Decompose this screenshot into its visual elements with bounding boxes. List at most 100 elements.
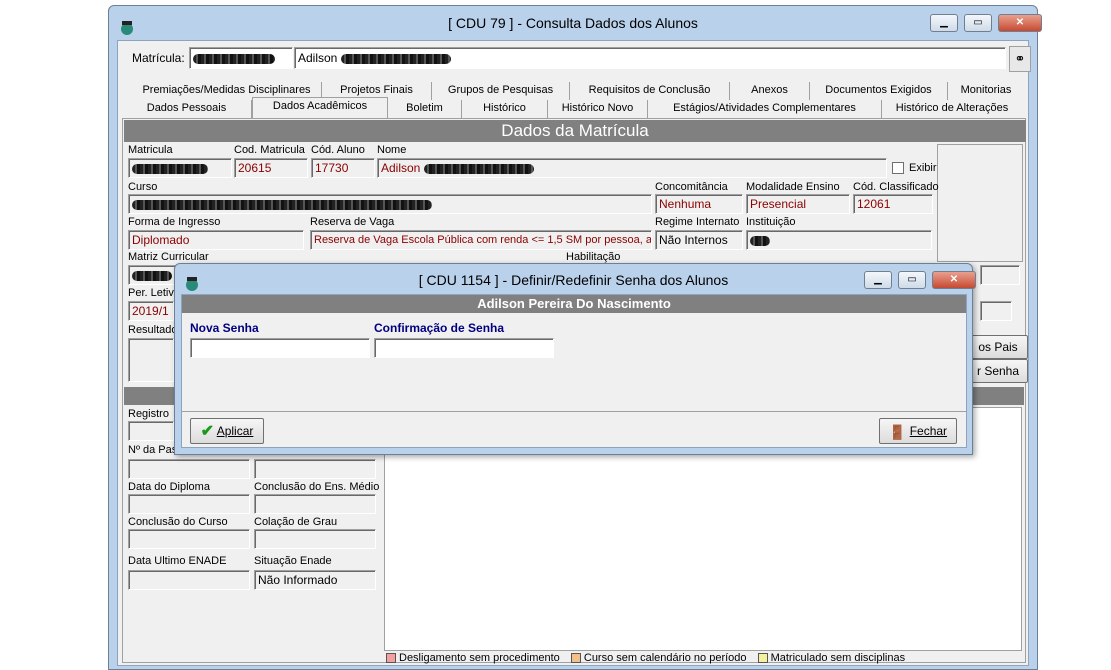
dialog-title-bar[interactable]: [ CDU 1154 ] - Definir/Redefinir Senha d… [175,264,976,294]
legend-item-desligamento: Desligamento sem procedimento [386,652,560,664]
resultado-label: Resultado [128,324,178,336]
password-dialog: [ CDU 1154 ] - Definir/Redefinir Senha d… [174,263,976,455]
maximize-button[interactable]: ▭ [964,14,992,32]
cod-aluno-label: Cód. Aluno [311,144,365,156]
tab-historico[interactable]: Histórico [462,100,548,118]
situacao-enade-field: Não Informado [254,570,376,590]
fechar-button[interactable]: 🚪 Fechar [879,418,957,444]
per-letivo-field: 2019/1 [128,301,174,321]
tab-anexos[interactable]: Anexos [730,82,810,100]
app-icon [119,14,135,35]
dialog-app-icon [184,271,200,291]
instituicao-label: Instituição [746,216,796,228]
instituicao-field [746,230,932,250]
regime-internato-label: Regime Internato [655,216,740,228]
tab-dados-pessoais[interactable]: Dados Pessoais [122,100,252,118]
passaporte-label: Nº da Pas [128,444,178,456]
data-diploma-label: Data do Diploma [128,481,210,493]
situacao-enade-label: Situação Enade [254,555,332,567]
passaporte-field [128,459,250,479]
regime-internato-field: Não Internos [655,230,743,250]
tab-documentos[interactable]: Documentos Exigidos [810,82,948,100]
close-button[interactable]: ✕ [998,14,1042,32]
dialog-maximize-button[interactable]: ▭ [898,271,926,289]
cod-matricula-label: Cod. Matricula [234,144,305,156]
habilitacao-field [980,265,1020,285]
search-binoculars-button[interactable]: ⚭ [1009,46,1031,72]
registro-field [128,421,174,441]
dialog-title: [ CDU 1154 ] - Definir/Redefinir Senha d… [418,272,729,288]
dialog-minimize-button[interactable]: ▁ [864,271,892,289]
senha-button[interactable]: r Senha [968,359,1028,383]
dialog-close-button[interactable]: ✕ [932,271,976,289]
reserva-vaga-label: Reserva de Vaga [310,216,395,228]
habilitacao-label: Habilitação [566,251,621,263]
conclusao-medio-label: Conclusão do Ens. Médio [254,481,380,493]
matricula-field-label: Matricula [128,144,173,156]
dialog-client-area: Adilson Pereira Do Nascimento Nova Senha… [181,294,967,448]
exibir-label: Exibir [909,162,937,174]
passaporte-field-2 [254,459,376,479]
extra-field [980,301,1012,321]
nome-label: Nome [377,144,407,156]
tab-monitorias[interactable]: Monitorias [948,82,1024,100]
curso-label: Curso [128,181,158,193]
registro-label: Registro [128,408,169,420]
legend-item-curso: Curso sem calendário no período [570,652,747,664]
binoculars-icon: ⚭ [1014,51,1026,66]
section-title: Dados da Matrícula [124,120,1026,142]
modalidade-field: Presencial [746,194,850,214]
colacao-label: Colação de Grau [254,516,338,528]
cod-classificado-label: Cód. Classificado [853,181,939,193]
matricula-field [128,158,232,178]
aplicar-button[interactable]: ✔ Aplicar [190,418,264,444]
tab-estagios[interactable]: Estágios/Atividades Complementares [648,100,882,118]
nova-senha-label: Nova Senha [190,321,259,335]
forma-ingresso-label: Forma de Ingresso [128,216,221,228]
door-exit-icon: 🚪 [888,423,907,440]
per-letivo-label: Per. Letivo [128,287,180,299]
confirmacao-input[interactable] [374,338,554,358]
tab-historico-novo[interactable]: Histórico Novo [548,100,648,118]
data-diploma-field [128,494,250,514]
tab-grupos-pesquisas[interactable]: Grupos de Pesquisas [432,82,570,100]
conclusao-curso-field [128,529,250,549]
student-name-input[interactable]: Adilson [294,47,1006,69]
cod-aluno-field: 17730 [311,158,375,178]
dialog-divider [182,411,966,412]
main-title-bar[interactable]: [ CDU 79 ] - Consulta Dados dos Alunos ▁… [109,6,1042,40]
matricula-label: Matrícula: [132,51,185,65]
check-icon: ✔ [200,422,215,440]
dialog-student-name: Adilson Pereira Do Nascimento [182,295,966,313]
conclusao-curso-label: Conclusão do Curso [128,516,228,528]
matriz-label: Matriz Curricular [128,251,209,263]
nova-senha-input[interactable] [190,338,370,358]
conclusao-medio-field [254,494,376,514]
data-enade-field [128,570,250,590]
cod-matricula-field: 20615 [234,158,308,178]
tab-boletim[interactable]: Boletim [388,100,462,118]
curso-field [128,194,652,214]
tab-requisitos[interactable]: Requisitos de Conclusão [570,82,730,100]
matricula-input[interactable] [189,47,293,69]
pais-button[interactable]: os Pais [968,335,1028,359]
exibir-checkbox[interactable] [892,162,904,174]
resultado-field [128,338,174,382]
cod-classificado-field: 12061 [853,194,933,214]
confirmacao-label: Confirmação de Senha [374,321,505,335]
forma-ingresso-field: Diplomado [128,230,304,250]
data-enade-label: Data Ultimo ENADE [128,555,227,567]
legend: Desligamento sem procedimento Curso sem … [386,652,1026,664]
concomitancia-label: Concomitância [655,181,728,193]
tab-dados-academicos[interactable]: Dados Acadêmicos [252,97,388,118]
nome-field: Adilson [377,158,887,178]
reserva-vaga-field: Reserva de Vaga Escola Pública com renda… [310,230,652,250]
concomitancia-field: Nenhuma [655,194,743,214]
modalidade-label: Modalidade Ensino [746,181,840,193]
colacao-field [254,529,376,549]
main-window-title: [ CDU 79 ] - Consulta Dados dos Alunos [448,15,698,31]
tab-historico-alteracoes[interactable]: Histórico de Alterações [882,100,1022,118]
photo-box [937,144,1023,262]
legend-item-matriculado: Matriculado sem disciplinas [757,652,905,664]
minimize-button[interactable]: ▁ [930,14,958,32]
